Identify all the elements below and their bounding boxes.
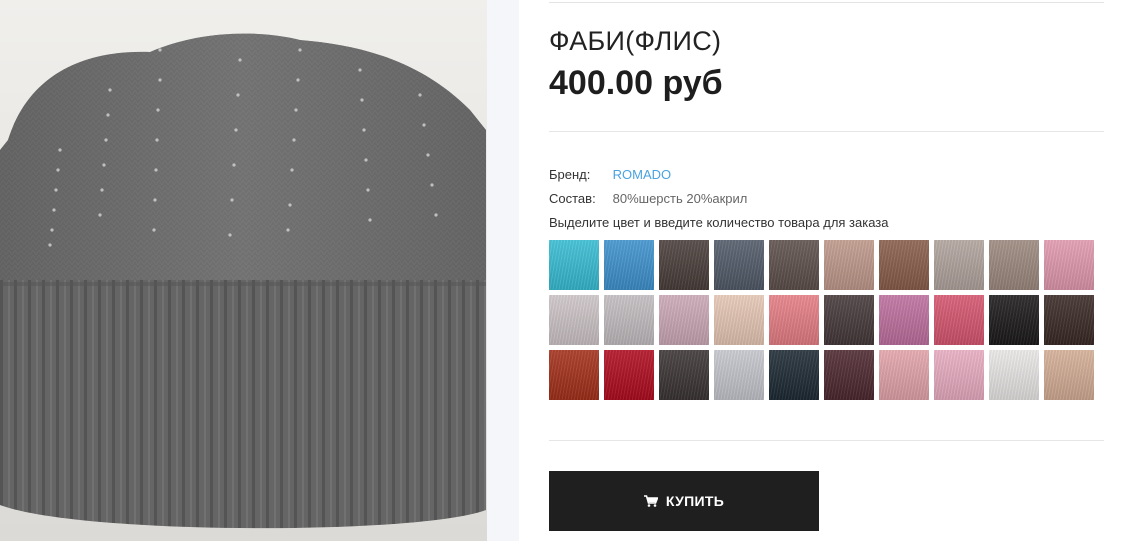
beanie-photo [0,0,487,541]
color-swatch[interactable] [549,295,599,345]
color-swatch-grid [549,240,1097,400]
color-swatch[interactable] [1044,295,1094,345]
composition-value: 80%шерсть 20%акрил [612,191,748,206]
color-swatch[interactable] [659,295,709,345]
color-swatch[interactable] [989,295,1039,345]
composition-row: Состав: 80%шерсть 20%акрил [549,191,747,206]
swatch-divider [549,440,1104,441]
color-swatch[interactable] [934,350,984,400]
color-instruction: Выделите цвет и введите количество товар… [549,215,889,230]
color-swatch[interactable] [934,295,984,345]
color-swatch[interactable] [824,295,874,345]
color-swatch[interactable] [714,240,764,290]
top-divider [549,2,1104,3]
brand-label: Бренд: [549,167,591,182]
color-swatch[interactable] [824,350,874,400]
color-swatch[interactable] [549,350,599,400]
buy-button[interactable]: КУПИТЬ [549,471,819,531]
brand-link[interactable]: ROMADO [613,167,672,182]
color-swatch[interactable] [1044,240,1094,290]
product-title: ФАБИ(ФЛИС) [549,26,722,56]
buy-button-label: КУПИТЬ [665,493,725,509]
color-swatch[interactable] [824,240,874,290]
color-swatch[interactable] [549,240,599,290]
product-image [0,0,487,541]
brand-row: Бренд: ROMADO [549,167,671,182]
color-swatch[interactable] [714,295,764,345]
color-swatch[interactable] [604,240,654,290]
color-swatch[interactable] [879,240,929,290]
color-swatch[interactable] [604,295,654,345]
color-swatch[interactable] [659,240,709,290]
color-swatch[interactable] [879,295,929,345]
color-swatch[interactable] [659,350,709,400]
cart-icon [643,495,658,507]
color-swatch[interactable] [989,350,1039,400]
color-swatch[interactable] [604,350,654,400]
composition-label: Состав: [549,191,596,206]
price-divider [549,131,1104,132]
color-swatch[interactable] [714,350,764,400]
image-side-gap [487,0,519,541]
color-swatch[interactable] [1044,350,1094,400]
color-swatch[interactable] [989,240,1039,290]
product-price: 400.00 руб [549,64,723,102]
color-swatch[interactable] [769,240,819,290]
color-swatch[interactable] [879,350,929,400]
color-swatch[interactable] [769,295,819,345]
color-swatch[interactable] [934,240,984,290]
color-swatch[interactable] [769,350,819,400]
